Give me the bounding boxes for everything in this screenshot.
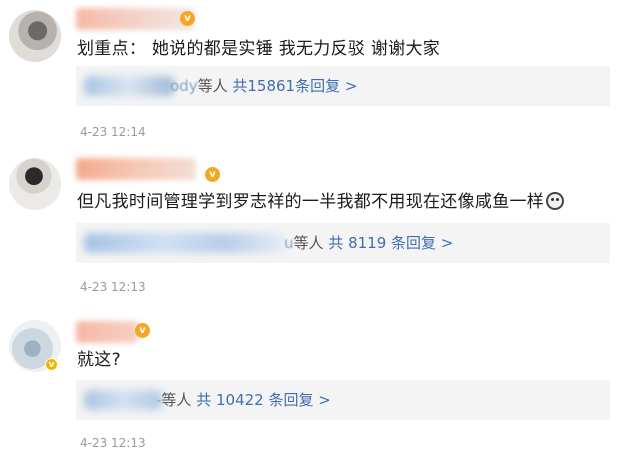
reply-summary-box[interactable]: ody等人 共15861条回复 > xyxy=(76,66,610,106)
reply-count-link[interactable]: 共15861条回复 > xyxy=(232,77,357,95)
reply-summary[interactable]: u等人 共 8119 条回复 > xyxy=(284,232,453,253)
avatar[interactable] xyxy=(9,158,61,210)
timestamp: 4-23 12:13 xyxy=(80,436,146,450)
reply-name-suffix: u xyxy=(284,234,294,252)
reply-names-blurred xyxy=(84,76,174,96)
avatar[interactable] xyxy=(9,10,61,62)
verified-badge-icon: v xyxy=(45,358,58,371)
username-blurred[interactable] xyxy=(76,321,138,343)
vip-badge-icon: v xyxy=(205,167,220,182)
reply-summary[interactable]: -等人 共 10422 条回复 > xyxy=(156,389,331,410)
reply-label: 等人 xyxy=(197,77,228,95)
timestamp: 4-23 12:13 xyxy=(80,280,146,294)
reply-name-suffix: - xyxy=(156,391,162,409)
smiling-face-emoji-icon xyxy=(546,192,565,210)
username-blurred[interactable] xyxy=(76,158,196,180)
reply-summary-box[interactable]: u等人 共 8119 条回复 > xyxy=(76,223,610,263)
vip-badge-icon: v xyxy=(180,11,195,26)
reply-names-blurred xyxy=(84,233,284,253)
reply-label: 等人 xyxy=(161,391,192,409)
reply-count-link[interactable]: 共 10422 条回复 > xyxy=(196,391,331,409)
reply-count-link[interactable]: 共 8119 条回复 > xyxy=(328,234,453,252)
reply-summary[interactable]: ody等人 共15861条回复 > xyxy=(170,75,357,96)
reply-summary-box[interactable]: -等人 共 10422 条回复 > xyxy=(76,380,610,420)
comment-text: 就这? xyxy=(77,350,121,370)
comment-text: 划重点： 她说的都是实锤 我无力反驳 谢谢大家 xyxy=(77,39,441,59)
username-blurred[interactable] xyxy=(76,8,194,30)
vip-badge-icon: v xyxy=(135,323,150,338)
reply-names-blurred xyxy=(84,390,162,410)
comment-text-content: 但凡我时间管理学到罗志祥的一半我都不用现在还像咸鱼一样 xyxy=(77,192,545,212)
reply-name-suffix: ody xyxy=(170,77,198,95)
reply-label: 等人 xyxy=(293,234,324,252)
comment-text: 但凡我时间管理学到罗志祥的一半我都不用现在还像咸鱼一样 xyxy=(77,187,565,212)
timestamp: 4-23 12:14 xyxy=(80,125,146,139)
